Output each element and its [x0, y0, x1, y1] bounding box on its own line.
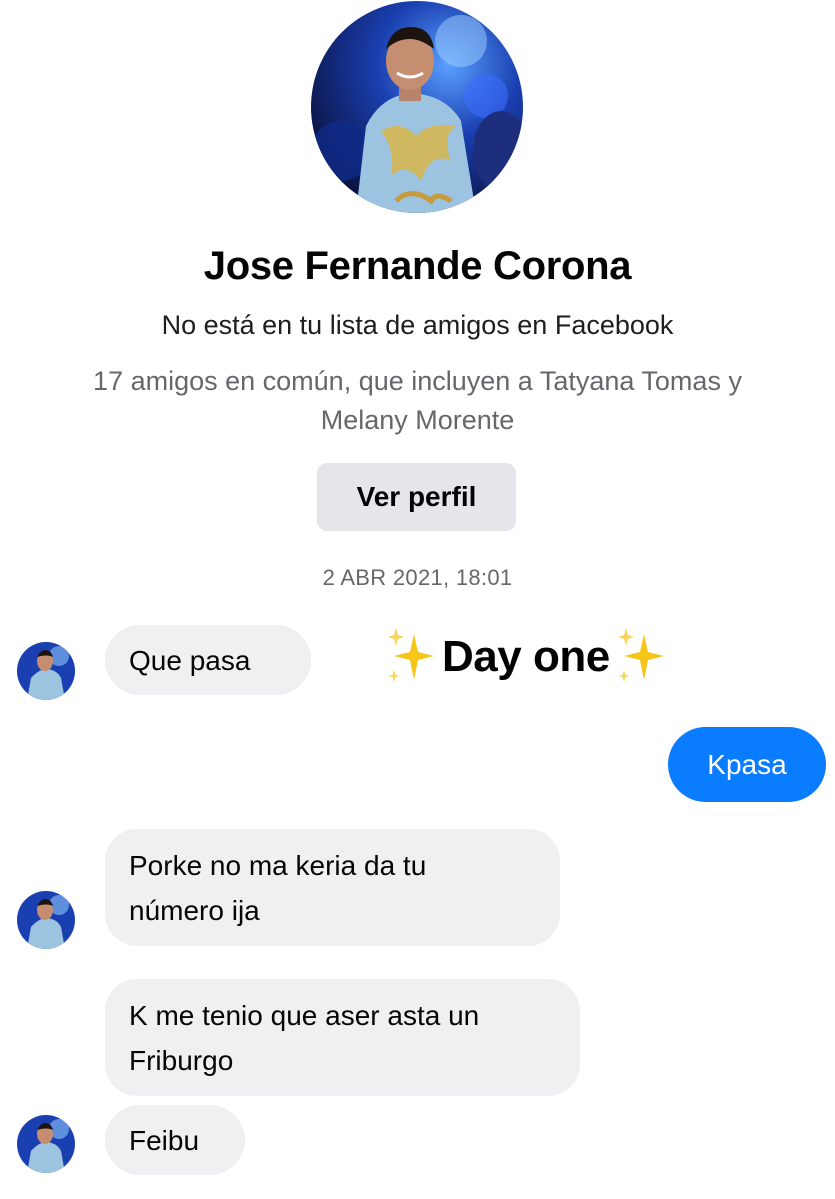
message-bubble-incoming[interactable]: Que pasa: [105, 625, 311, 695]
message-text: Porke no ma keria da tu número ija: [129, 849, 427, 926]
message-bubble-outgoing[interactable]: Kpasa: [668, 727, 826, 802]
profile-name: Jose Fernande Corona: [203, 244, 632, 288]
thread-timestamp: 2 ABR 2021, 18:01: [322, 565, 513, 590]
message-bubble-incoming[interactable]: K me tenio que aser asta un Friburgo: [105, 979, 580, 1096]
message-bubble-incoming[interactable]: Porke no ma keria da tu número ija: [105, 829, 560, 946]
sparkles-icon: [617, 628, 664, 682]
contact-avatar[interactable]: [17, 1115, 75, 1173]
profile-photo-icon: [17, 891, 75, 949]
profile-photo-icon: [17, 642, 75, 700]
sparkles-icon: [388, 628, 434, 682]
profile-photo-icon: [311, 1, 523, 213]
message-text: K me tenio que aser asta un Friburgo: [129, 999, 480, 1076]
overlay-text: Day one: [442, 632, 610, 681]
friend-status-text: No está en tu lista de amigos en Faceboo…: [161, 310, 674, 340]
contact-avatar[interactable]: [17, 642, 75, 700]
contact-avatar[interactable]: [17, 891, 75, 949]
mutual-friends-text: 17 amigos en común, que incluyen a Tatya…: [93, 366, 742, 435]
message-text: Feibu: [129, 1124, 200, 1156]
profile-photo-icon: [17, 1115, 75, 1173]
message-text: Que pasa: [129, 644, 251, 676]
profile-avatar[interactable]: [311, 1, 523, 213]
day-one-overlay: Day one: [384, 622, 668, 692]
message-bubble-incoming[interactable]: Feibu: [105, 1105, 245, 1175]
message-text: Kpasa: [707, 749, 787, 780]
view-profile-button[interactable]: Ver perfil: [317, 463, 516, 531]
